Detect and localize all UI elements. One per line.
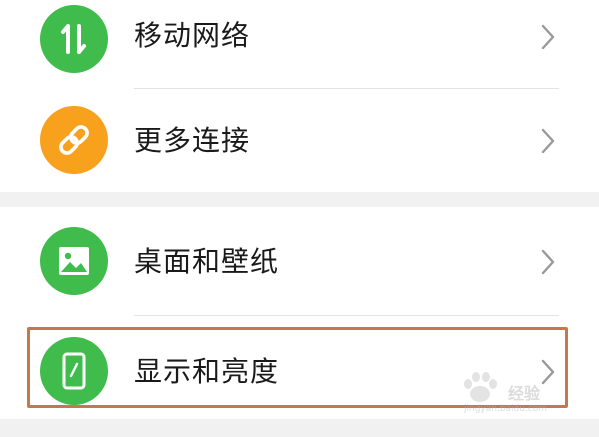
settings-item-more-connections[interactable]: 更多连接 [0,96,599,192]
settings-item-label: 显示和亮度 [134,355,280,388]
settings-item-mobile-network[interactable]: 移动网络 [0,0,599,96]
settings-item-label: 移动网络 [134,19,251,52]
mobile-data-icon [40,5,108,73]
settings-item-label: 桌面和壁纸 [134,245,280,278]
divider [134,315,559,316]
link-icon [40,106,108,174]
settings-item-label: 更多连接 [134,124,251,157]
paw-icon [464,372,497,402]
chevron-right-icon [536,22,560,52]
image-icon [40,227,108,295]
watermark-text: 经验 [508,384,541,403]
chevron-right-icon [536,126,560,156]
settings-item-desktop-wallpaper[interactable]: 桌面和壁纸 [0,207,599,303]
settings-group-network: 移动网络 更多连接 [0,0,599,192]
baidu-watermark: 经验 jingyan.baidu.com [458,370,588,416]
watermark-url: jingyan.baidu.com [464,404,548,414]
phone-display-icon [40,337,108,405]
divider [134,88,559,89]
settings-screen: 移动网络 更多连接 桌面和壁纸 显示和亮度 经验 jingyan.baidu.c… [0,0,599,437]
chevron-right-icon [536,247,560,277]
